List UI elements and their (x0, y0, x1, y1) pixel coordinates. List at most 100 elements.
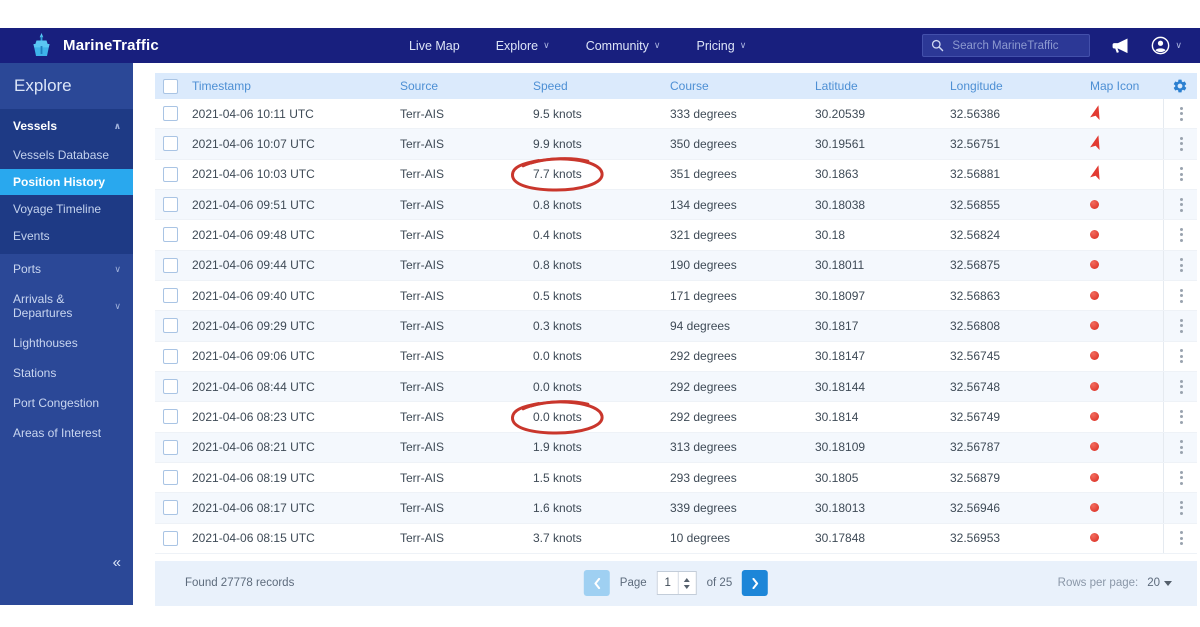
column-header-latitude[interactable]: Latitude (815, 79, 950, 93)
row-checkbox[interactable] (163, 288, 178, 304)
row-checkbox[interactable] (163, 318, 178, 334)
stepper-down-icon[interactable] (683, 584, 690, 589)
row-checkbox[interactable] (163, 379, 178, 395)
sidebar-item-stations[interactable]: Stations (0, 358, 133, 388)
vessel-dot-icon (1090, 290, 1099, 300)
timestamp-cell: 2021-04-06 10:07 UTC (192, 136, 315, 151)
kebab-menu-icon[interactable] (1176, 224, 1187, 246)
sidebar-item-position-history[interactable]: Position History (0, 169, 133, 195)
vessel-arrow-icon (1090, 165, 1103, 181)
table-row: 2021-04-06 08:44 UTC Terr-AIS 0.0 knots 292… (155, 371, 1197, 403)
source-cell: Terr-AIS (400, 531, 445, 546)
account-menu[interactable]: ∨ (1150, 35, 1182, 56)
sidebar-item-port-congestion[interactable]: Port Congestion (0, 388, 133, 418)
kebab-menu-icon[interactable] (1176, 163, 1187, 185)
search-input[interactable] (950, 38, 1082, 53)
page-number-stepper[interactable] (677, 572, 695, 595)
brand[interactable]: MarineTraffic (28, 32, 159, 59)
gear-icon[interactable] (1172, 78, 1188, 94)
row-checkbox[interactable] (163, 409, 178, 425)
row-checkbox[interactable] (163, 227, 178, 243)
table-row: 2021-04-06 09:40 UTC Terr-AIS 0.5 knots 171… (155, 280, 1198, 312)
row-checkbox[interactable] (163, 136, 178, 152)
nav-item-explore[interactable]: Explore ∨ (496, 39, 550, 53)
sidebar-item-label: Ports (13, 262, 42, 276)
row-select-cell (155, 166, 192, 182)
row-checkbox[interactable] (163, 470, 178, 486)
row-select-cell (155, 318, 192, 334)
row-actions-cell (1163, 280, 1198, 311)
nav-item-live-map[interactable]: Live Map (409, 39, 460, 53)
row-checkbox[interactable] (163, 106, 178, 122)
speed-value: 0.3 knots (533, 318, 582, 333)
page-number-input[interactable] (657, 572, 678, 595)
nav-item-pricing[interactable]: Pricing ∨ (697, 39, 747, 53)
column-header-course[interactable]: Course (670, 79, 815, 93)
row-actions-cell (1163, 189, 1198, 220)
sidebar-item-vessels-database[interactable]: Vessels Database (0, 142, 133, 168)
vessel-dot-icon (1090, 533, 1099, 543)
timestamp-cell: 2021-04-06 09:44 UTC (192, 258, 315, 273)
row-checkbox[interactable] (163, 257, 178, 273)
speed-value: 0.5 knots (533, 288, 582, 303)
kebab-menu-icon[interactable] (1176, 103, 1187, 125)
sidebar-collapse-button[interactable]: « (113, 554, 121, 571)
kebab-menu-icon[interactable] (1176, 467, 1187, 489)
kebab-menu-icon[interactable] (1176, 254, 1187, 276)
column-header-speed[interactable]: Speed (533, 79, 670, 93)
sidebar-item-areas-of-interest[interactable]: Areas of Interest (0, 418, 133, 448)
kebab-menu-icon[interactable] (1176, 194, 1187, 216)
kebab-menu-icon[interactable] (1176, 406, 1187, 428)
kebab-menu-icon[interactable] (1176, 436, 1187, 458)
speed-value: 0.8 knots (533, 197, 582, 212)
longitude-cell: 32.56881 (950, 167, 1001, 182)
row-checkbox[interactable] (163, 530, 178, 546)
megaphone-icon[interactable] (1110, 36, 1130, 56)
row-checkbox[interactable] (163, 439, 178, 455)
column-header-source[interactable]: Source (400, 79, 533, 93)
row-checkbox[interactable] (163, 348, 178, 364)
source-cell: Terr-AIS (400, 470, 445, 485)
previous-page-button[interactable] (583, 570, 610, 597)
table-header-row: Timestamp Source Speed Course Latitude L… (155, 73, 1197, 99)
kebab-menu-icon[interactable] (1176, 285, 1187, 307)
row-checkbox[interactable] (163, 500, 178, 516)
speed-cell: 9.5 knots (533, 107, 670, 121)
sidebar-group-header-vessels[interactable]: Vessels ∧ (0, 109, 133, 141)
vessel-dot-icon (1090, 472, 1099, 482)
nav-item-community[interactable]: Community ∨ (586, 39, 661, 53)
row-actions-cell (1163, 523, 1198, 553)
row-checkbox[interactable] (163, 197, 178, 213)
longitude-cell: 32.56386 (950, 106, 1001, 121)
column-header-timestamp[interactable]: Timestamp (192, 79, 400, 93)
latitude-cell: 30.1863 (815, 167, 859, 182)
stepper-up-icon[interactable] (683, 577, 690, 582)
sidebar-item-voyage-timeline[interactable]: Voyage Timeline (0, 196, 133, 222)
select-all-checkbox[interactable] (163, 78, 178, 94)
sidebar-item-events[interactable]: Events (0, 223, 133, 249)
kebab-menu-icon[interactable] (1176, 376, 1187, 398)
course-cell: 293 degrees (670, 470, 737, 485)
kebab-menu-icon[interactable] (1176, 345, 1187, 367)
chevron-down-icon: ∨ (739, 40, 747, 50)
sidebar-item-ports[interactable]: Ports ∨ (0, 254, 133, 284)
search-box[interactable] (922, 34, 1091, 57)
course-cell: 350 degrees (670, 136, 737, 151)
table-row: 2021-04-06 08:17 UTC Terr-AIS 1.6 knots 339… (155, 493, 1197, 524)
sidebar-item-arrivals-departures[interactable]: Arrivals & Departures ∨ (0, 284, 133, 328)
row-checkbox[interactable] (163, 166, 178, 182)
course-cell: 313 degrees (670, 440, 737, 455)
sidebar-item-lighthouses[interactable]: Lighthouses (0, 328, 133, 358)
kebab-menu-icon[interactable] (1176, 497, 1187, 519)
column-settings-cell (1163, 73, 1197, 99)
rows-per-page-control[interactable]: Rows per page: 20 (1058, 577, 1172, 589)
column-header-longitude[interactable]: Longitude (950, 79, 1085, 93)
next-page-button[interactable] (742, 570, 769, 597)
sidebar-group-label: Vessels (13, 119, 58, 133)
kebab-menu-icon[interactable] (1176, 133, 1187, 155)
column-header-map-icon[interactable]: Map Icon (1085, 79, 1163, 93)
table-row: 2021-04-06 08:23 UTC Terr-AIS 0.0 knots 292… (155, 400, 1197, 435)
kebab-menu-icon[interactable] (1176, 315, 1187, 337)
course-cell: 333 degrees (670, 106, 737, 121)
kebab-menu-icon[interactable] (1176, 527, 1187, 549)
